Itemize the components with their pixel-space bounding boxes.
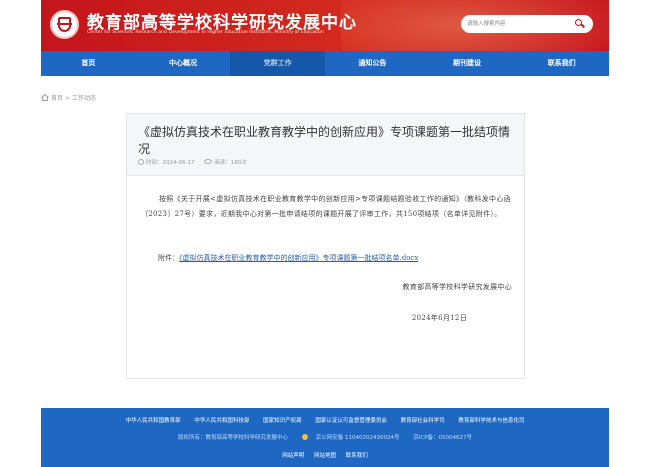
article-paragraph: 按照《关于开展<虚拟仿真技术在职业教育教学中的创新应用>专项课题结题验收工作的通…: [141, 195, 511, 218]
breadcrumb-current[interactable]: 工作动态: [72, 95, 96, 102]
nav-item-notices[interactable]: 通知公告: [325, 51, 420, 76]
footer-link-sitemap[interactable]: 网站地图: [314, 453, 336, 459]
main-nav: 首页 中心概况 党群工作 通知公告 期刊建设 联系我们: [41, 51, 609, 76]
footer-link-statement[interactable]: 网站声明: [282, 453, 304, 459]
footer-icp[interactable]: 京ICP备：05004627号: [413, 435, 472, 441]
police-badge-icon: [301, 434, 308, 440]
breadcrumb: 首页 > 工作动态: [41, 93, 98, 102]
logo-icon[interactable]: [50, 10, 79, 39]
eye-icon: [204, 159, 213, 164]
search-icon[interactable]: [574, 18, 586, 30]
article-header: 《虚拟仿真技术在职业教育教学中的创新应用》专项课题第一批结项情况 时间：2024…: [127, 114, 524, 176]
nav-item-about[interactable]: 中心概况: [136, 51, 231, 76]
footer-link-moe[interactable]: 中华人民共和国教育部: [126, 418, 181, 424]
article-card: 《虚拟仿真技术在职业教育教学中的创新应用》专项课题第一批结项情况 时间：2024…: [126, 113, 525, 379]
nav-item-party[interactable]: 党群工作: [230, 51, 326, 76]
search-box: [461, 15, 593, 33]
footer-bottom-links: 网站声明 网站地图 联系我们: [41, 451, 609, 459]
views-label: 阅读: [214, 160, 226, 166]
attachment-prefix: 附件：: [158, 254, 179, 262]
article-date: 2024年6月12日: [411, 314, 467, 322]
footer-link-sci-tech[interactable]: 教育部科学技术与信息化司: [458, 418, 524, 424]
view-count: 180次: [230, 160, 247, 166]
nav-item-contact[interactable]: 联系我们: [514, 51, 609, 76]
breadcrumb-separator: >: [65, 95, 71, 102]
attachment-link[interactable]: 《虚拟仿真技术在职业教育教学中的创新应用》专项课题第一批结项名单.docx: [179, 254, 418, 262]
nav-item-journals[interactable]: 期刊建设: [420, 51, 515, 76]
publish-date: 2024-06-17: [162, 160, 195, 166]
time-label: 时间: [146, 160, 158, 166]
home-icon: [41, 94, 49, 101]
footer-copyright: 版权所有：教育部高等学校科学研究发展中心: [177, 435, 288, 441]
footer-link-cnipa[interactable]: 国家知识产权局: [263, 418, 302, 424]
clock-icon: [138, 159, 144, 165]
footer-link-social-science[interactable]: 教育部社会科学司: [401, 418, 445, 424]
header-banner: 教育部高等学校科学研究发展中心 Center for Scientific Re…: [41, 0, 609, 51]
article-meta: 时间：2024-06-17 阅读：180次: [138, 158, 255, 166]
nav-item-home[interactable]: 首页: [41, 51, 136, 76]
article-title: 《虚拟仿真技术在职业教育教学中的创新应用》专项课题第一批结项情况: [138, 125, 511, 156]
footer-police-record[interactable]: 京公网安备 11040202430024号: [316, 435, 400, 441]
footer: 中华人民共和国教育部 中华人民共和国科技部 国家知识产权局 国家认证认可监督管理…: [41, 408, 609, 467]
article-signer: 教育部高等学校科学研究发展中心: [402, 283, 512, 291]
attachment-line: 附件：《虚拟仿真技术在职业教育教学中的创新应用》专项课题第一批结项名单.docx: [158, 253, 418, 263]
site-subtitle: Center for Scientific Research and Devel…: [87, 30, 324, 35]
search-input[interactable]: [467, 17, 571, 31]
breadcrumb-home[interactable]: 首页: [51, 95, 63, 102]
footer-links: 中华人民共和国教育部 中华人民共和国科技部 国家知识产权局 国家认证认可监督管理…: [41, 416, 609, 424]
footer-info: 版权所有：教育部高等学校科学研究发展中心 京公网安备 1104020243002…: [41, 433, 609, 441]
footer-link-contact[interactable]: 联系我们: [346, 453, 368, 459]
footer-link-most[interactable]: 中华人民共和国科技部: [194, 418, 249, 424]
footer-link-cnca[interactable]: 国家认证认可监督管理委员会: [315, 418, 387, 424]
